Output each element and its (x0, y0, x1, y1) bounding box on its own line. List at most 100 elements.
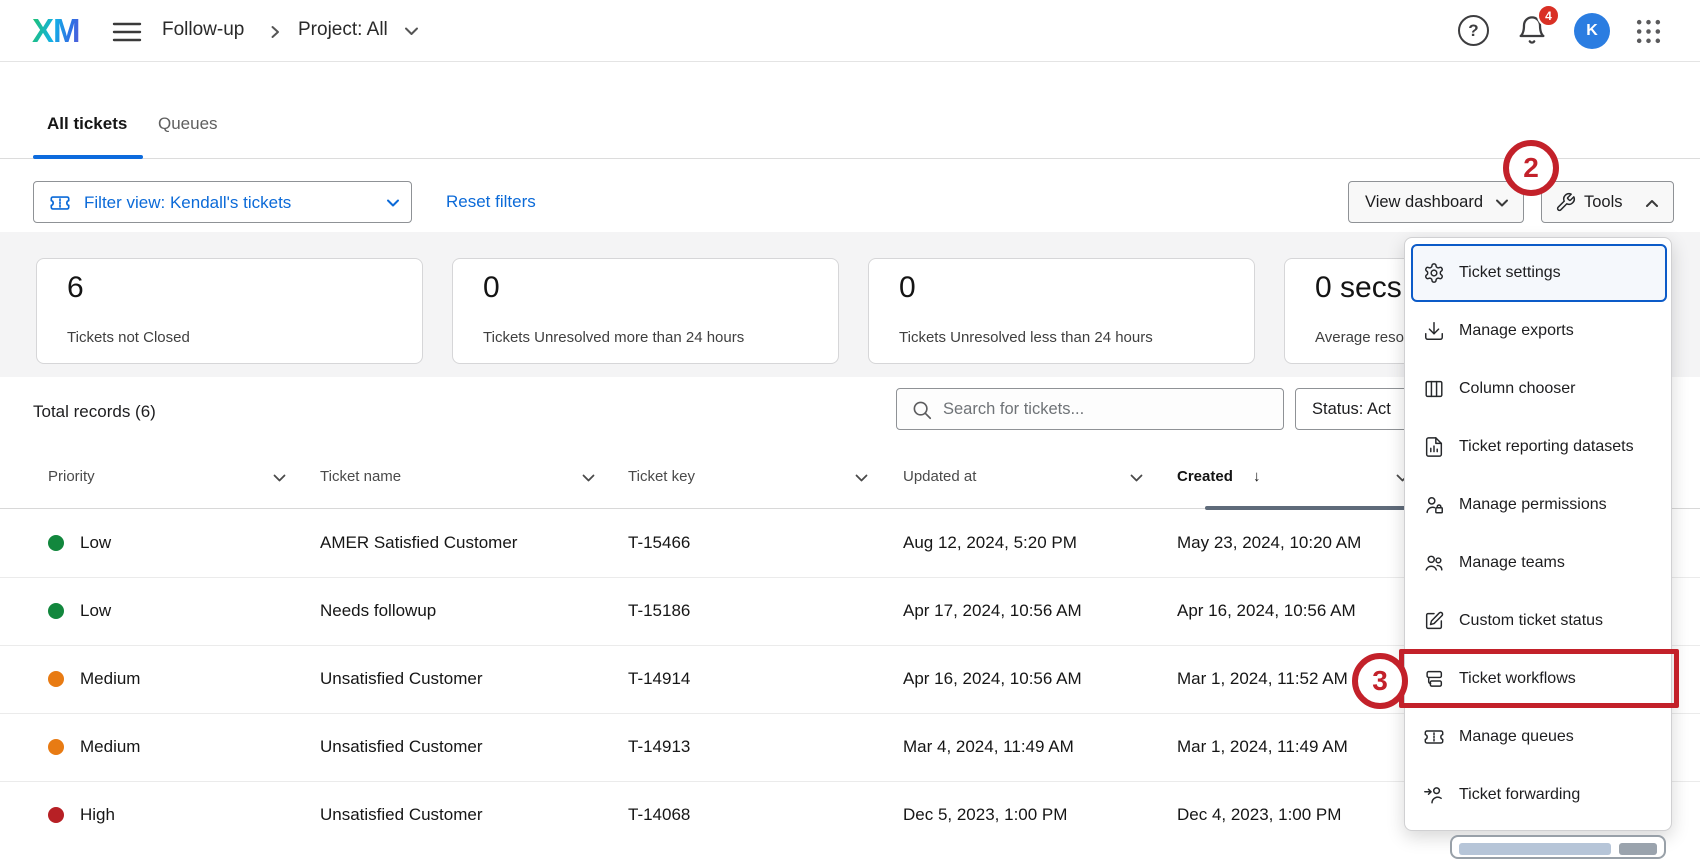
reset-filters-link[interactable]: Reset filters (446, 192, 536, 212)
column-header-ticket-name[interactable]: Ticket name (320, 468, 401, 485)
breadcrumb-chevron-right-icon (271, 25, 280, 39)
column-filter-chevron-down-icon[interactable] (273, 474, 286, 482)
column-filter-chevron-down-icon[interactable] (582, 474, 595, 482)
menu-item-label: Manage queues (1459, 728, 1574, 746)
stat-card-label: Average reso (1315, 329, 1404, 346)
tabs-divider (0, 158, 1700, 159)
breadcrumb-project-scope[interactable]: Project: All (298, 19, 388, 41)
cell-ticket-key: T-15186 (628, 601, 690, 621)
filter-view-label: Filter view: Kendall's tickets (84, 193, 291, 213)
tools-label: Tools (1584, 193, 1623, 212)
people-icon (1423, 552, 1445, 574)
total-records-label: Total records (6) (33, 402, 156, 422)
app-grid-icon[interactable] (1634, 17, 1663, 46)
menu-item-label: Column chooser (1459, 380, 1576, 398)
priority-dot (48, 739, 64, 755)
priority-dot (48, 603, 64, 619)
search-tickets-box (896, 388, 1284, 430)
column-header-created[interactable]: Created (1177, 468, 1233, 485)
menu-item-custom-ticket-status[interactable]: Custom ticket status (1405, 592, 1673, 650)
cell-ticket-name: Unsatisfied Customer (320, 669, 483, 689)
annotation-rect-ticket-workflows (1399, 649, 1679, 708)
tab-all-tickets[interactable]: All tickets (47, 114, 127, 134)
column-filter-chevron-down-icon[interactable] (1130, 474, 1143, 482)
tickets-page: XM Follow-up Project: All ? 4 K (0, 0, 1700, 850)
corner-hscroll-grip[interactable] (1619, 843, 1657, 855)
hamburger-menu-icon[interactable] (110, 20, 144, 44)
chevron-down-icon (1495, 199, 1509, 208)
active-tab-underline (33, 155, 143, 159)
cell-ticket-key: T-15466 (628, 533, 690, 553)
columns-icon (1423, 378, 1445, 400)
stat-card-label: Tickets Unresolved less than 24 hours (899, 329, 1153, 346)
wrench-icon (1555, 192, 1576, 213)
tools-button[interactable]: Tools (1541, 181, 1674, 223)
edit-icon (1423, 610, 1445, 632)
top-navigation-bar: XM Follow-up Project: All ? 4 K (0, 0, 1700, 62)
download-icon (1423, 320, 1445, 342)
ticket-icon (1423, 726, 1445, 748)
menu-item-ticket-forwarding[interactable]: Ticket forwarding (1405, 766, 1673, 824)
menu-item-ticket-reporting-datasets[interactable]: Ticket reporting datasets (1405, 418, 1673, 476)
stat-card-tickets-unresolved-more-than-24-hours: 0Tickets Unresolved more than 24 hours (452, 258, 839, 364)
menu-item-column-chooser[interactable]: Column chooser (1405, 360, 1673, 418)
ticket-icon (49, 192, 71, 214)
filter-view-dropdown[interactable]: Filter view: Kendall's tickets (33, 181, 412, 223)
stat-card-value: 0 (899, 271, 916, 305)
menu-item-label: Ticket reporting datasets (1459, 438, 1634, 456)
menu-item-label: Custom ticket status (1459, 612, 1603, 630)
corner-hscroll[interactable] (1450, 835, 1666, 859)
menu-item-manage-queues[interactable]: Manage queues (1405, 708, 1673, 766)
cell-updated-at: Dec 5, 2023, 1:00 PM (903, 805, 1067, 825)
view-dashboard-button[interactable]: View dashboard (1348, 181, 1524, 223)
cell-ticket-key: T-14913 (628, 737, 690, 757)
tab-queues[interactable]: Queues (158, 114, 218, 134)
cell-updated-at: Mar 4, 2024, 11:49 AM (903, 737, 1074, 757)
forward-person-icon (1423, 784, 1445, 806)
column-header-priority[interactable]: Priority (48, 468, 95, 485)
menu-item-label: Manage permissions (1459, 496, 1607, 514)
menu-item-manage-permissions[interactable]: Manage permissions (1405, 476, 1673, 534)
cell-created: Apr 16, 2024, 10:56 AM (1177, 601, 1356, 621)
cell-ticket-key: T-14068 (628, 805, 690, 825)
person-lock-icon (1423, 494, 1445, 516)
project-scope-chevron-down-icon[interactable] (404, 27, 419, 36)
menu-item-label: Ticket forwarding (1459, 786, 1580, 804)
stat-card-tickets-unresolved-less-than-24-hours: 0 Tickets Unresolved less than 24 hours (868, 258, 1255, 364)
column-filter-chevron-down-icon[interactable] (855, 474, 868, 482)
column-header-updated-at[interactable]: Updated at (903, 468, 976, 485)
breadcrumb-project-name[interactable]: Follow-up (162, 19, 244, 41)
cell-ticket-name: Needs followup (320, 601, 436, 621)
search-input[interactable] (943, 389, 1273, 429)
help-icon[interactable]: ? (1458, 15, 1489, 46)
cell-created: Mar 1, 2024, 11:49 AM (1177, 737, 1348, 757)
cell-priority: Medium (80, 737, 140, 757)
menu-item-manage-teams[interactable]: Manage teams (1405, 534, 1673, 592)
menu-item-label: Manage teams (1459, 554, 1565, 572)
annotation-step-2: 2 (1503, 140, 1559, 196)
corner-hscroll-thumb[interactable] (1459, 843, 1611, 855)
annotation-step-3: 3 (1352, 653, 1408, 709)
cell-ticket-name: Unsatisfied Customer (320, 737, 483, 757)
cell-priority: Low (80, 601, 111, 621)
priority-dot (48, 671, 64, 687)
stat-card-label: Tickets Unresolved more than 24 hours (483, 329, 744, 346)
stat-card-tickets-not-closed: 6Tickets not Closed (36, 258, 423, 364)
menu-item-ticket-settings[interactable]: Ticket settings (1405, 244, 1673, 302)
cell-priority: High (80, 805, 115, 825)
cell-created: Dec 4, 2023, 1:00 PM (1177, 805, 1341, 825)
cell-created: Mar 1, 2024, 11:52 AM (1177, 669, 1348, 689)
priority-dot (48, 535, 64, 551)
chevron-up-icon (1645, 199, 1659, 208)
priority-dot (48, 807, 64, 823)
xm-logo[interactable]: XM (32, 12, 80, 50)
search-icon (911, 399, 933, 421)
cell-ticket-key: T-14914 (628, 669, 690, 689)
avatar[interactable]: K (1574, 13, 1610, 49)
column-header-ticket-key[interactable]: Ticket key (628, 468, 695, 485)
menu-item-manage-exports[interactable]: Manage exports (1405, 302, 1673, 360)
notification-count-badge: 4 (1537, 4, 1560, 27)
cell-ticket-name: Unsatisfied Customer (320, 805, 483, 825)
menu-item-label: Ticket settings (1459, 264, 1561, 282)
chevron-down-icon (386, 199, 400, 208)
